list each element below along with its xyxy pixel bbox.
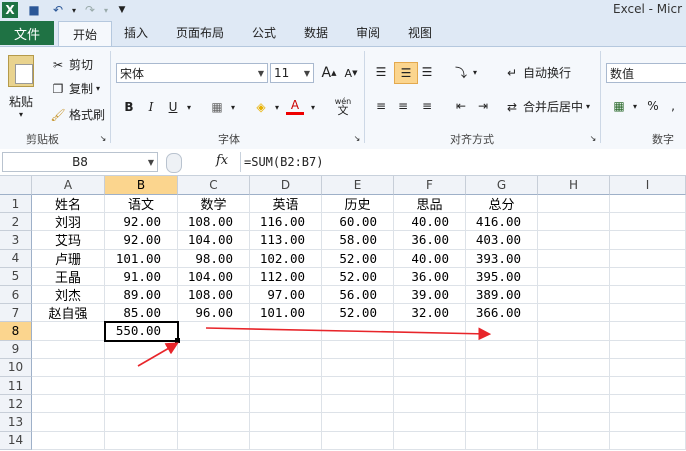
tab-formulas[interactable]: 公式 <box>252 24 276 41</box>
decrease-indent-icon[interactable]: ⇤ <box>452 97 470 115</box>
window-title: Excel - Micr <box>613 2 682 16</box>
brush-icon: 🖌 <box>50 107 66 122</box>
save-icon[interactable]: ■ <box>26 2 42 18</box>
group-separator <box>364 51 365 143</box>
cut-button[interactable]: ✂ 剪切 <box>50 56 93 73</box>
name-box-value: B8 <box>72 155 88 169</box>
paste-button[interactable]: 粘贴 ▾ <box>8 55 34 119</box>
paste-label: 粘贴 <box>8 95 33 109</box>
spreadsheet-grid: A B C D E F G H I 1 姓名 语文 数学 英语 历史 思品 总分 2 刘羽 92.00 108.00 11… <box>0 176 686 451</box>
tab-review[interactable]: 审阅 <box>356 24 380 41</box>
merge-center-button[interactable]: ⇄ 合并后居中 ▾ <box>504 98 590 115</box>
font-name-value: 宋体 <box>120 66 145 81</box>
ribbon-tabs: 文件 开始 插入 页面布局 公式 数据 审阅 视图 <box>0 20 686 47</box>
formula-bar-handle[interactable] <box>166 153 182 173</box>
scissors-icon: ✂ <box>52 57 64 72</box>
orientation-dropdown-icon[interactable]: ▾ <box>466 63 484 81</box>
align-right-icon[interactable]: ≡ <box>418 97 436 115</box>
cut-label: 剪切 <box>69 58 94 72</box>
copy-dropdown-icon: ▾ <box>96 84 101 93</box>
insert-function-icon[interactable]: fx <box>216 153 228 168</box>
font-size-dropdown[interactable]: 11 ▼ <box>270 63 314 83</box>
formula-input[interactable]: =SUM(B2:B7) <box>240 152 686 172</box>
merge-icon: ⇄ <box>506 99 518 114</box>
underline-dropdown-icon[interactable]: ▾ <box>180 98 198 116</box>
clipboard-group-label: 剪贴板 <box>26 133 59 146</box>
chevron-down-icon: ▼ <box>147 158 154 167</box>
red-arrow-right <box>205 327 492 341</box>
formula-value: =SUM(B2:B7) <box>244 155 324 169</box>
tab-insert[interactable]: 插入 <box>124 24 148 41</box>
decrease-font-icon[interactable]: A ▼ <box>342 64 360 82</box>
red-arrow-up <box>137 342 179 367</box>
align-middle-icon[interactable]: ☰ <box>394 62 418 84</box>
align-top-icon[interactable]: ☰ <box>372 63 390 81</box>
paste-icon <box>8 55 34 87</box>
ribbon: 粘贴 ▾ ✂ 剪切 ❐ 复制 ▾ 🖌 格式刷 剪贴板 ↘ 宋体 ▼ 11 ▼ A… <box>0 46 686 150</box>
tab-page-layout[interactable]: 页面布局 <box>176 24 224 41</box>
undo-dropdown-icon[interactable]: ▾ <box>66 2 82 18</box>
align-center-icon[interactable]: ≡ <box>394 97 412 115</box>
customize-icon[interactable]: ▼ <box>114 2 130 18</box>
copy-label: 复制 <box>69 82 94 96</box>
merge-center-label: 合并后居中 <box>523 100 584 114</box>
tab-data[interactable]: 数据 <box>304 24 328 41</box>
phonetic-icon[interactable]: wén 文 <box>330 94 356 118</box>
chevron-down-icon: ▼ <box>257 69 264 78</box>
redo-icon[interactable]: ↷ <box>82 2 98 18</box>
paste-dropdown-icon: ▾ <box>18 110 23 119</box>
tab-file[interactable]: 文件 <box>0 21 54 45</box>
currency-dropdown-icon[interactable]: ▾ <box>626 97 644 115</box>
font-group-label: 字体 <box>218 133 240 146</box>
group-separator <box>600 51 601 143</box>
alignment-group-label: 对齐方式 <box>450 133 494 146</box>
redo-dropdown-icon[interactable]: ▾ <box>98 2 114 18</box>
fill-dropdown-icon[interactable]: ▾ <box>268 98 286 116</box>
group-separator <box>110 51 111 143</box>
comma-icon[interactable]: , <box>664 97 682 115</box>
annotation-arrows <box>137 327 492 367</box>
formula-bar: B8 ▼ fx =SUM(B2:B7) <box>0 149 686 176</box>
copy-icon: ❐ <box>52 81 64 96</box>
undo-icon[interactable]: ↶ <box>50 2 66 18</box>
percent-button[interactable]: % <box>644 97 662 115</box>
increase-font-icon[interactable]: A ▲ <box>320 64 338 82</box>
wrap-text-label: 自动换行 <box>523 66 572 80</box>
tab-view[interactable]: 视图 <box>408 24 432 41</box>
font-size-value: 11 <box>274 66 290 80</box>
number-group-label: 数字 <box>652 133 674 146</box>
increase-indent-icon[interactable]: ⇥ <box>474 97 492 115</box>
bold-button[interactable]: B <box>120 98 138 116</box>
excel-logo-icon[interactable]: X <box>2 2 18 18</box>
tab-home[interactable]: 开始 <box>58 21 112 47</box>
chevron-down-icon: ▼ <box>303 69 310 78</box>
name-box[interactable]: B8 ▼ <box>2 152 158 172</box>
border-dropdown-icon[interactable]: ▾ <box>224 98 242 116</box>
format-painter-button[interactable]: 🖌 格式刷 <box>50 106 105 123</box>
title-bar: X ■ ↶ ▾ ↷ ▾ ▼ Excel - Micr <box>0 0 686 21</box>
merge-dropdown-icon: ▾ <box>586 102 591 111</box>
wrap-text-icon: ↵ <box>506 65 518 80</box>
number-format-dropdown[interactable]: 数值 <box>606 63 686 83</box>
copy-button[interactable]: ❐ 复制 ▾ <box>50 80 100 97</box>
font-color-icon[interactable]: A <box>286 97 304 115</box>
align-left-icon[interactable]: ≡ <box>372 97 390 115</box>
phonetic-char: 文 <box>337 104 349 117</box>
number-format-value: 数值 <box>610 66 635 81</box>
format-painter-label: 格式刷 <box>69 108 106 122</box>
font-color-dropdown-icon[interactable]: ▾ <box>304 98 322 116</box>
align-bottom-icon[interactable]: ☰ <box>418 63 436 81</box>
italic-button[interactable]: I <box>142 98 160 116</box>
font-name-dropdown[interactable]: 宋体 ▼ <box>116 63 268 83</box>
wrap-text-button[interactable]: ↵ 自动换行 <box>504 64 571 81</box>
